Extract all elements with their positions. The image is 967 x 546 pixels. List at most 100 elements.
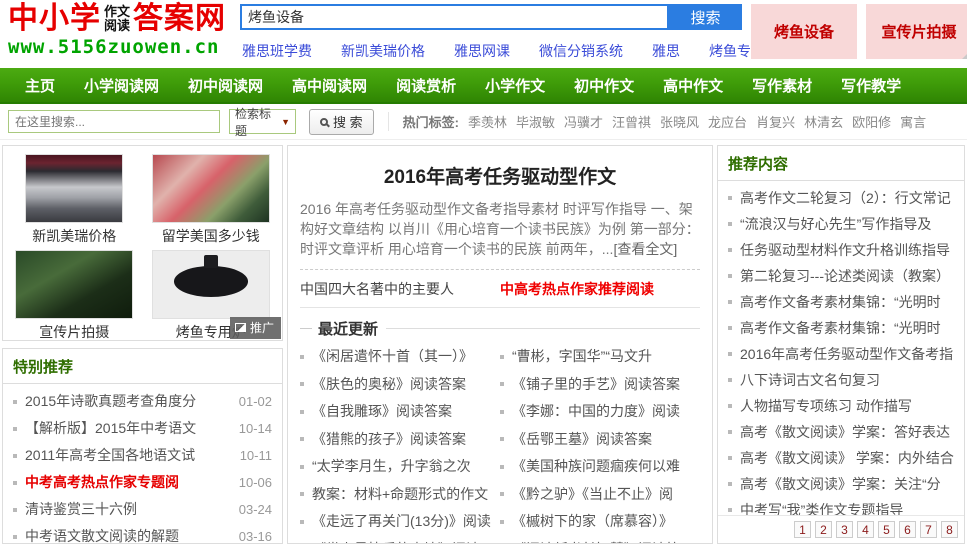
article-link[interactable]: 2016年高考任务驱动型作文备考指导 [740, 341, 954, 367]
hot-tag-link[interactable]: 欧阳修 [852, 112, 891, 131]
article-link[interactable]: 清诗鉴赏三十六例 [25, 496, 233, 523]
list-item: 《世上最快乐的事情》阅读 [300, 536, 496, 544]
article-link[interactable]: 第二轮复习---论述类阅读（教案） [740, 263, 954, 289]
article-link[interactable]: 中考语文散文阅读的解题 [25, 523, 233, 543]
article-link[interactable]: 八下诗词古文名句复习 [740, 367, 954, 393]
header-search-input[interactable] [240, 4, 669, 30]
article-link[interactable]: “流浪汉与好心先生”写作指导及 [740, 211, 954, 237]
article-link[interactable]: 【解析版】2015年中考语文 [25, 415, 233, 442]
nav-item[interactable]: 阅读赏析 [396, 75, 456, 96]
page-number-button[interactable]: 2 [815, 521, 832, 538]
nav-item[interactable]: 高中阅读网 [292, 75, 367, 96]
article-link[interactable]: 高考《散文阅读》 学案：内外结合 [740, 445, 954, 471]
recent-updates-title: 最近更新 [300, 318, 700, 339]
hot-tag-link[interactable]: 龙应台 [708, 112, 747, 131]
article-link[interactable]: 高考作文备考素材集锦：“光明时 [740, 289, 954, 315]
header-search-button[interactable]: 搜索 [669, 4, 742, 30]
article-link[interactable]: 《世上最快乐的事情》阅读 [312, 536, 496, 544]
hot-tag-link[interactable]: 林清玄 [804, 112, 843, 131]
header-link-row: 雅思班学费 新凯美瑞价格 雅思网课 微信分销系统 雅思 烤鱼专用炉 [240, 41, 779, 61]
article-link[interactable]: 《美国种族问题痼疾何以难 [512, 453, 696, 481]
list-item: 【解析版】2015年中考语文 10-14 [13, 415, 272, 442]
header-link[interactable]: 雅思 [652, 41, 680, 61]
page-number-button[interactable]: 6 [899, 521, 916, 538]
article-link[interactable]: 高考《散文阅读》学案：答好表达 [740, 419, 954, 445]
hot-tag-link[interactable]: 毕淑敏 [516, 112, 555, 131]
page-number-button[interactable]: 1 [794, 521, 811, 538]
article-link[interactable]: 《肤色的奥秘》阅读答案 [312, 371, 496, 399]
hot-tag-link[interactable]: 寓言 [900, 112, 926, 131]
article-link[interactable]: 高考作文备考素材集锦：“光明时 [740, 315, 954, 341]
site-url: www.5156zuowen.cn [8, 36, 220, 58]
nav-item[interactable]: 小学阅读网 [84, 75, 159, 96]
article-link[interactable]: 《自我雕琢》阅读答案 [312, 398, 496, 426]
article-link[interactable]: 任务驱动型材料作文升格训练指导 [740, 237, 954, 263]
page-number-button[interactable]: 3 [836, 521, 853, 538]
logo-text-red-right: 答案网 [133, 2, 227, 35]
list-item: 人物描写专项练习 动作描写 [728, 393, 954, 419]
page-number-button[interactable]: 5 [878, 521, 895, 538]
nav-item[interactable]: 小学作文 [485, 75, 545, 96]
article-link[interactable]: 《铺子里的手艺》阅读答案 [512, 371, 696, 399]
article-link[interactable]: 中考写“我”类作文专题指导 [740, 497, 954, 515]
site-logo[interactable]: 中小学 作文 阅读 答案网 www.5156zuowen.cn [8, 2, 238, 59]
article-link[interactable]: 《黔之驴》《当止不止》阅 [512, 481, 696, 509]
hot-tag-link[interactable]: 张晓风 [660, 112, 699, 131]
article-link[interactable]: 教案：材料+命题形式的作文 [312, 481, 496, 509]
feature-link-left[interactable]: 中国四大名著中的主要人 [300, 279, 500, 299]
ad-cell-film[interactable]: 宣传片拍摄 [9, 250, 140, 342]
nav-item[interactable]: 初中阅读网 [188, 75, 263, 96]
feature-link-right-hot[interactable]: 中高考热点作家推荐阅读 [500, 279, 700, 299]
ad-grid: 新凯美瑞价格 留学美国多少钱 宣传片拍摄 烤鱼专用炉 推广 [2, 145, 283, 341]
nav-item[interactable]: 高中作文 [663, 75, 723, 96]
item-date: 10-06 [238, 475, 272, 490]
nav-item[interactable]: 主页 [25, 75, 55, 96]
article-link[interactable]: 人物描写专项练习 动作描写 [740, 393, 954, 419]
article-link[interactable]: “曹彬，字国华”“马文升 [512, 343, 696, 371]
article-link[interactable]: 高考作文二轮复习（2）：行文常记 [740, 185, 954, 211]
article-link[interactable]: 高考《散文阅读》学案：关注“分 [740, 471, 954, 497]
site-search-input[interactable] [8, 110, 220, 133]
pink-ad-box[interactable]: 烤鱼设备 [751, 4, 857, 59]
header-link[interactable]: 雅思网课 [454, 41, 510, 61]
article-link[interactable]: 《猎熊的孩子》阅读答案 [312, 426, 496, 454]
list-item: 《闲居遣怀十首（其一）》 [300, 343, 496, 371]
hot-tag-link[interactable]: 肖复兴 [756, 112, 795, 131]
article-link[interactable]: “太学李月生，升字翁之次 [312, 453, 496, 481]
article-link[interactable]: 中考高考热点作家专题阅 [25, 469, 233, 496]
hot-tag-link[interactable]: 冯骥才 [564, 112, 603, 131]
content-area: 新凯美瑞价格 留学美国多少钱 宣传片拍摄 烤鱼专用炉 推广 特别推荐 2015年… [0, 140, 967, 544]
header-link[interactable]: 微信分销系统 [539, 41, 623, 61]
search-scope-select[interactable]: 检索标题 ▼ [229, 107, 296, 138]
article-link[interactable]: 2015年诗歌真题考查角度分 [25, 388, 233, 415]
list-item: “太学李月生，升字翁之次 [300, 453, 496, 481]
featured-article-title[interactable]: 2016年高考任务驱动型作文 [300, 162, 700, 189]
list-item: 八下诗词古文名句复习 [728, 367, 954, 393]
header-link[interactable]: 新凯美瑞价格 [341, 41, 425, 61]
article-link[interactable]: 《走远了再关门(13分)》阅读 [312, 508, 496, 536]
nav-item[interactable]: 写作素材 [752, 75, 812, 96]
page-number-button[interactable]: 8 [941, 521, 958, 538]
article-link[interactable]: 《岳鄂王墓》阅读答案 [512, 426, 696, 454]
hot-tag-link[interactable]: 汪曾祺 [612, 112, 651, 131]
nav-item[interactable]: 初中作文 [574, 75, 634, 96]
list-item: 《黔之驴》《当止不止》阅 [500, 481, 696, 509]
article-link[interactable]: 2011年高考全国各地语文试 [25, 442, 234, 469]
article-link[interactable]: 《李娜：中国的力度》阅读 [512, 398, 696, 426]
ad-cell-money[interactable]: 留学美国多少钱 [146, 154, 277, 246]
pink-ad-box[interactable]: 宣传片拍摄 [866, 4, 967, 59]
header-link[interactable]: 雅思班学费 [242, 41, 312, 61]
read-more-link[interactable]: [查看全文] [613, 241, 677, 257]
site-search-button[interactable]: 搜 索 [309, 108, 374, 135]
nav-item[interactable]: 写作教学 [841, 75, 901, 96]
page-number-button[interactable]: 7 [920, 521, 937, 538]
ad-cell-camry[interactable]: 新凯美瑞价格 [9, 154, 140, 246]
hot-tags-label: 热门标签: [402, 115, 459, 130]
promo-badge[interactable]: 推广 [229, 317, 281, 339]
article-link[interactable]: 《阅读纸书长智慧》阅读答 [512, 536, 696, 544]
hot-tag-link[interactable]: 季羡林 [468, 112, 507, 131]
article-link[interactable]: 《闲居遣怀十首（其一）》 [312, 343, 496, 371]
page-number-button[interactable]: 4 [857, 521, 874, 538]
chevron-down-icon: ▼ [281, 116, 290, 127]
article-link[interactable]: 《槭树下的家（席慕容）》 [512, 508, 696, 536]
